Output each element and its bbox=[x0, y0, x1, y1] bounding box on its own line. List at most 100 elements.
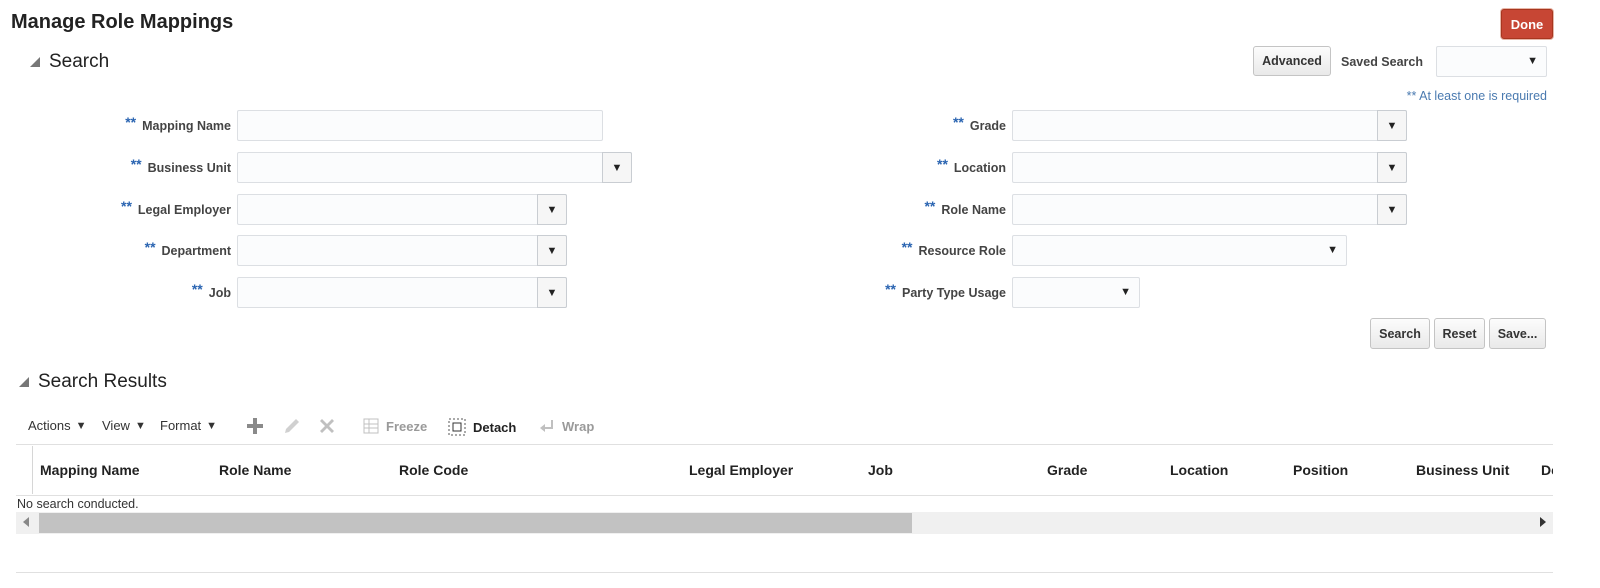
chevron-down-icon: ▼ bbox=[206, 419, 218, 432]
format-label: Format bbox=[160, 418, 202, 433]
legal-employer-label: ** Legal Employer bbox=[121, 198, 231, 217]
detach-icon bbox=[448, 418, 466, 436]
required-hint: ** At least one is required bbox=[1406, 89, 1547, 103]
chevron-down-icon: ▼ bbox=[1527, 55, 1538, 67]
job-input[interactable]: ▼ bbox=[237, 277, 567, 308]
wrap-icon bbox=[540, 420, 553, 432]
required-marker: ** bbox=[125, 114, 137, 130]
column-header-truncated[interactable]: De bbox=[1541, 462, 1553, 478]
actions-menu[interactable]: Actions ▼ bbox=[28, 418, 87, 433]
column-header-role-name[interactable]: Role Name bbox=[219, 462, 291, 478]
chevron-down-icon[interactable]: ▼ bbox=[1377, 194, 1407, 225]
chevron-down-icon: ▼ bbox=[134, 419, 146, 432]
wrap-label: Wrap bbox=[562, 418, 595, 434]
chevron-down-icon[interactable]: ▼ bbox=[537, 235, 567, 266]
job-label: ** Job bbox=[191, 281, 231, 300]
plus-icon[interactable] bbox=[246, 417, 264, 435]
location-label: ** Location bbox=[937, 156, 1006, 175]
field-label: Job bbox=[208, 286, 231, 300]
department-input[interactable]: ▼ bbox=[237, 235, 567, 266]
required-marker: ** bbox=[144, 239, 156, 255]
detach-button[interactable]: Detach bbox=[448, 418, 516, 436]
actions-label: Actions bbox=[28, 418, 71, 433]
chevron-down-icon[interactable]: ▼ bbox=[537, 194, 567, 225]
grade-label: ** Grade bbox=[952, 114, 1006, 133]
required-marker: ** bbox=[901, 239, 913, 255]
required-marker: ** bbox=[121, 198, 132, 214]
wrap-button[interactable]: Wrap bbox=[539, 418, 594, 434]
chevron-down-icon: ▼ bbox=[1327, 244, 1338, 256]
table-header-border bbox=[16, 495, 1553, 496]
search-section-title: Search bbox=[49, 51, 110, 72]
collapse-search-icon[interactable] bbox=[30, 57, 40, 67]
field-label: Department bbox=[161, 244, 231, 258]
saved-search-label: Saved Search bbox=[1341, 55, 1423, 69]
advanced-button[interactable]: Advanced bbox=[1253, 46, 1331, 76]
location-input[interactable]: ▼ bbox=[1012, 152, 1407, 183]
freeze-button[interactable]: Freeze bbox=[363, 418, 427, 434]
field-label: Resource Role bbox=[918, 244, 1006, 258]
table-top-border bbox=[16, 444, 1553, 445]
search-button[interactable]: Search bbox=[1370, 318, 1430, 349]
department-label: ** Department bbox=[144, 239, 231, 258]
freeze-icon bbox=[363, 418, 379, 434]
column-header-grade[interactable]: Grade bbox=[1047, 462, 1087, 478]
mapping-name-label: ** Mapping Name bbox=[125, 114, 231, 133]
view-label: View bbox=[102, 418, 130, 433]
grade-input[interactable]: ▼ bbox=[1012, 110, 1407, 141]
field-label: Grade bbox=[969, 119, 1006, 133]
empty-table-message: No search conducted. bbox=[17, 497, 139, 511]
results-section-title: Search Results bbox=[38, 371, 167, 392]
chevron-down-icon[interactable]: ▼ bbox=[1377, 110, 1407, 141]
field-label: Mapping Name bbox=[142, 119, 231, 133]
scroll-left-icon[interactable] bbox=[23, 517, 29, 527]
scrollbar-thumb[interactable] bbox=[39, 513, 912, 533]
scroll-right-icon[interactable] bbox=[1540, 517, 1546, 527]
party-type-usage-label: ** Party Type Usage bbox=[885, 281, 1006, 300]
collapse-results-icon[interactable] bbox=[19, 377, 29, 387]
table-header: Mapping Name Role Name Role Code Legal E… bbox=[16, 446, 1553, 494]
required-marker: ** bbox=[191, 281, 203, 297]
column-header-location[interactable]: Location bbox=[1170, 462, 1228, 478]
freeze-label: Freeze bbox=[386, 418, 428, 434]
legal-employer-input[interactable]: ▼ bbox=[237, 194, 567, 225]
required-marker: ** bbox=[924, 198, 936, 214]
chevron-down-icon[interactable]: ▼ bbox=[537, 277, 567, 308]
required-marker: ** bbox=[952, 114, 964, 130]
x-icon[interactable] bbox=[318, 417, 336, 435]
column-header-job[interactable]: Job bbox=[868, 462, 893, 478]
chevron-down-icon[interactable]: ▼ bbox=[602, 152, 632, 183]
column-header-mapping-name[interactable]: Mapping Name bbox=[40, 462, 140, 478]
required-marker: ** bbox=[937, 156, 948, 172]
role-name-label: ** Role Name bbox=[924, 198, 1006, 217]
save-search-button[interactable]: Save... bbox=[1489, 318, 1546, 349]
saved-search-select[interactable]: ▼ bbox=[1436, 46, 1547, 77]
required-marker: ** bbox=[130, 156, 142, 172]
role-name-input[interactable]: ▼ bbox=[1012, 194, 1407, 225]
field-label: Location bbox=[953, 161, 1006, 175]
column-header-business-unit[interactable]: Business Unit bbox=[1416, 462, 1509, 478]
business-unit-label: ** Business Unit bbox=[130, 156, 231, 175]
field-label: Business Unit bbox=[147, 161, 231, 175]
mapping-name-input[interactable] bbox=[237, 110, 603, 141]
resource-role-select[interactable]: ▼ bbox=[1012, 235, 1347, 266]
reset-button[interactable]: Reset bbox=[1434, 318, 1485, 349]
chevron-down-icon[interactable]: ▼ bbox=[1377, 152, 1407, 183]
column-header-legal-employer[interactable]: Legal Employer bbox=[689, 462, 793, 478]
pencil-icon[interactable] bbox=[282, 416, 302, 436]
format-menu[interactable]: Format ▼ bbox=[160, 418, 217, 433]
column-header-position[interactable]: Position bbox=[1293, 462, 1348, 478]
field-label: Role Name bbox=[941, 203, 1006, 217]
page-title: Manage Role Mappings bbox=[11, 11, 234, 33]
field-label: Party Type Usage bbox=[902, 286, 1006, 300]
table-bottom-border bbox=[16, 572, 1553, 573]
chevron-down-icon: ▼ bbox=[75, 419, 87, 432]
field-label: Legal Employer bbox=[137, 203, 231, 217]
business-unit-input[interactable]: ▼ bbox=[237, 152, 632, 183]
horizontal-scrollbar[interactable] bbox=[16, 512, 1553, 534]
done-button[interactable]: Done bbox=[1501, 9, 1553, 39]
party-type-usage-select[interactable]: ▼ bbox=[1012, 277, 1140, 308]
column-header-role-code[interactable]: Role Code bbox=[399, 462, 468, 478]
view-menu[interactable]: View ▼ bbox=[102, 418, 146, 433]
resource-role-label: ** Resource Role bbox=[901, 239, 1006, 258]
